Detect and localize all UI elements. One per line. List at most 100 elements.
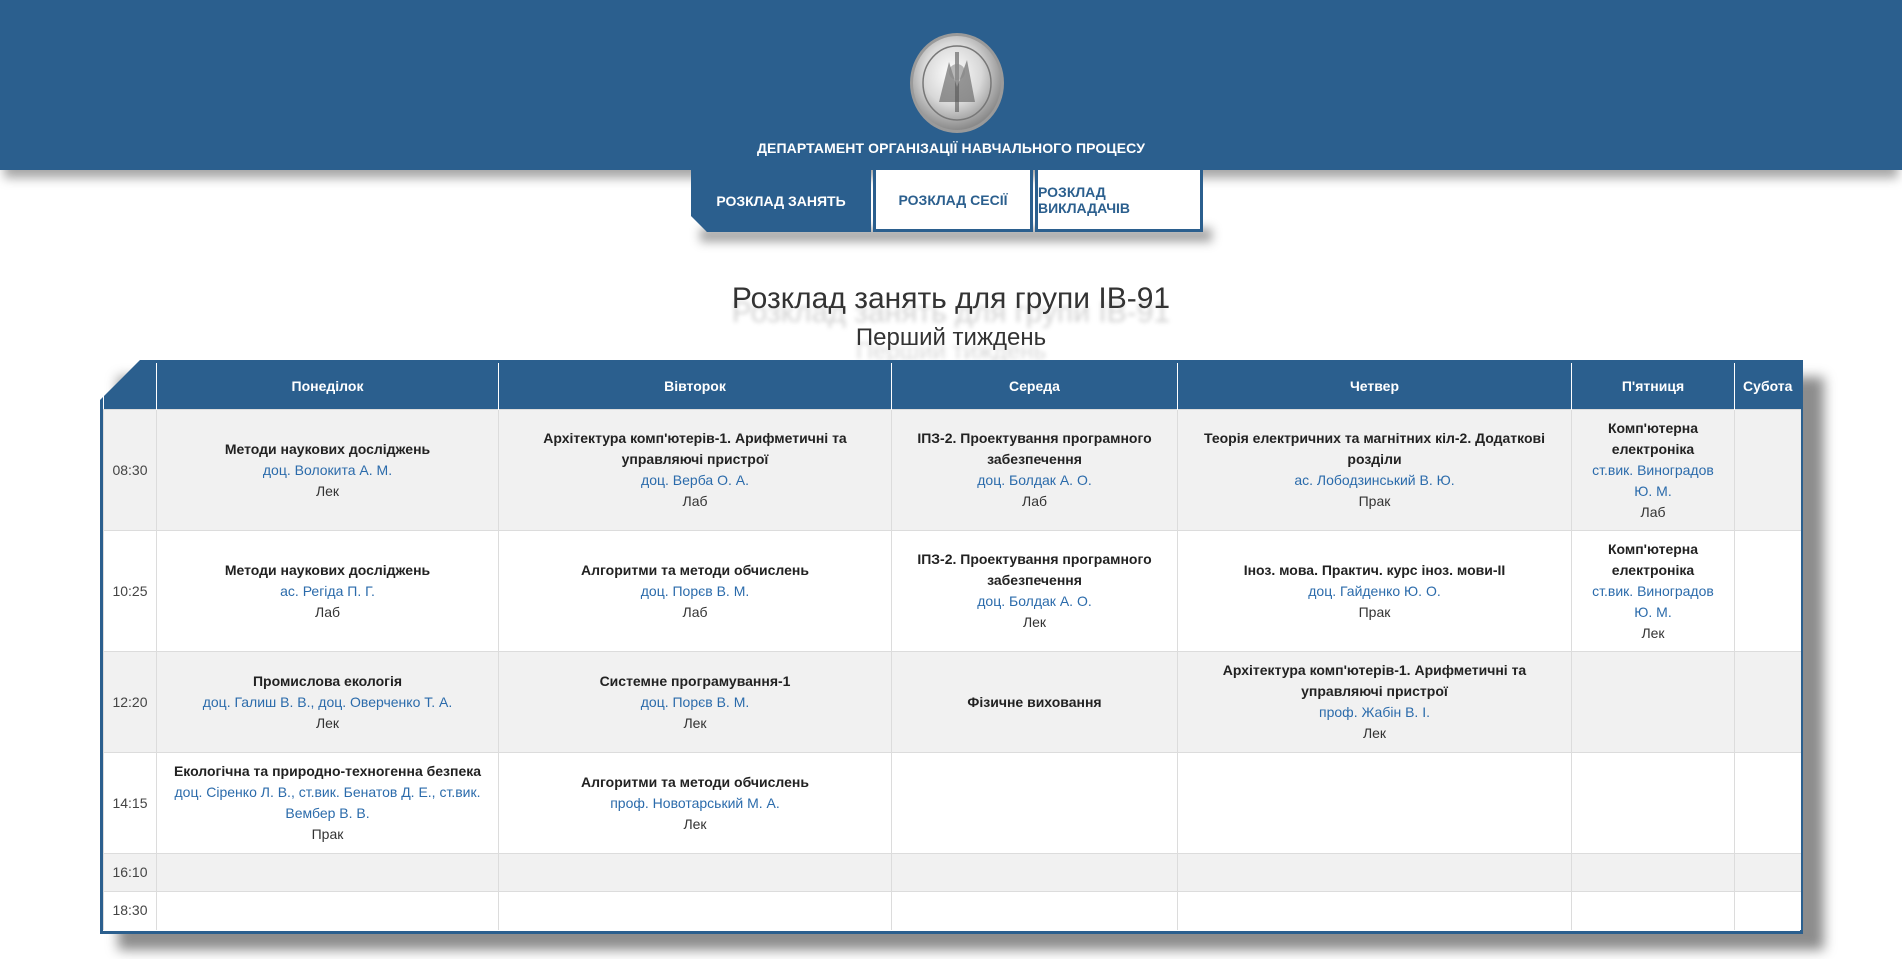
class-type: Лек (683, 714, 707, 731)
subject-name: Іноз. мова. Практич. курс іноз. мови-II (1243, 561, 1506, 578)
schedule-cell: ІПЗ-2. Проектування програмного забезпеч… (891, 409, 1178, 531)
teacher-link[interactable]: ст.вик. Виноградов Ю. М. (1582, 460, 1724, 502)
class-type: Прак (1358, 603, 1391, 620)
teacher-link[interactable]: доц. Порєв В. М. (509, 581, 881, 602)
teacher-link[interactable]: доц. Порєв В. М. (509, 692, 881, 713)
time-cell: 16:10 (103, 853, 157, 892)
schedule-cell: Комп'ютерна електроніка ст.вик. Виноградо… (1571, 530, 1735, 652)
class-type: Лек (1641, 624, 1665, 641)
teacher-link[interactable]: доц. Волокита А. М. (167, 460, 488, 481)
subject-name: Архітектура комп'ютерів-1. Арифметичні т… (543, 430, 847, 467)
schedule-cell (156, 891, 499, 930)
schedule-table: Понеділок Вівторок Середа Четвер П'ятниц… (103, 363, 1801, 930)
class-type: Лек (683, 815, 707, 832)
subject-name: Алгоритми та методи обчислень (581, 773, 809, 790)
teacher-link[interactable]: доц. Болдак А. О. (902, 470, 1167, 491)
class-type: Прак (311, 826, 344, 842)
schedule-cell: Алгоритми та методи обчислень проф. Новот… (498, 752, 892, 854)
class-type: Прак (1358, 493, 1391, 509)
subject-name: Методи наукових досліджень (224, 440, 431, 457)
tab-teacher-schedule[interactable]: РОЗКЛАД ВИКЛАДАЧІВ (1035, 170, 1203, 232)
class-type: Лаб (682, 493, 708, 509)
schedule-cell (1734, 752, 1801, 854)
teacher-link[interactable]: ст.вик. Виноградов Ю. М. (1582, 581, 1724, 623)
schedule-cell: Теорія електричних та магнітних кіл-2. Д… (1177, 409, 1572, 531)
subject-name: Комп'ютерна електроніка (1607, 540, 1699, 578)
class-type: Лаб (1640, 503, 1666, 520)
schedule-cell (1177, 891, 1572, 930)
schedule-cell (1177, 752, 1572, 854)
corner-cell (103, 363, 157, 410)
teacher-link[interactable]: доц. Галиш В. В., доц. Оверченко Т. А. (167, 692, 488, 713)
schedule-cell (1734, 409, 1801, 531)
class-type: Лек (315, 714, 340, 731)
class-type: Лаб (682, 603, 708, 620)
time-cell: 14:15 (103, 752, 157, 854)
schedule-cell (1571, 752, 1735, 854)
page-title: Розклад занять для групи ІВ-91 (731, 282, 1171, 315)
subject-name: Теорія електричних та магнітних кіл-2. Д… (1203, 430, 1546, 467)
tab-class-schedule[interactable]: РОЗКЛАД ЗАНЯТЬ (691, 170, 871, 232)
schedule-cell (891, 752, 1178, 854)
main-nav: РОЗКЛАД ЗАНЯТЬ РОЗКЛАД СЕСІЇ РОЗКЛАД ВИК… (691, 170, 1211, 234)
subject-name: Алгоритми та методи обчислень (581, 561, 809, 578)
schedule-cell: Екологічна та природно-техногенна безпек… (156, 752, 499, 854)
schedule-cell: ІПЗ-2. Проектування програмного забезпеч… (891, 530, 1178, 652)
day-header: Понеділок (156, 363, 499, 410)
day-header: Четвер (1177, 363, 1572, 410)
schedule-cell: Комп'ютерна електроніка ст.вик. Виноградо… (1571, 409, 1735, 531)
time-cell: 08:30 (103, 409, 157, 531)
schedule-cell (891, 853, 1178, 892)
schedule-cell: Архітектура комп'ютерів-1. Арифметичні т… (1177, 651, 1572, 753)
schedule-cell: Методи наукових досліджень ас. Регіда П. … (156, 530, 499, 652)
teacher-link[interactable]: ас. Регіда П. Г. (167, 581, 488, 602)
table-row: 08:30 Методи наукових досліджень доц. Воло… (103, 409, 1801, 531)
teacher-link[interactable]: доц. Болдак А. О. (902, 591, 1167, 612)
schedule-cell (156, 853, 499, 892)
schedule-cell (1571, 891, 1735, 930)
day-header: Вівторок (498, 363, 892, 410)
teacher-link[interactable]: проф. Новотарський М. А. (509, 793, 881, 814)
schedule-cell (498, 891, 892, 930)
schedule-cell (1734, 853, 1801, 892)
schedule-cell (1571, 853, 1735, 892)
subject-name: Системне програмування-1 (599, 672, 791, 689)
schedule-body: 08:30 Методи наукових досліджень доц. Воло… (103, 409, 1801, 930)
teacher-link[interactable]: доц. Верба О. А. (509, 470, 881, 491)
subject-name: Архітектура комп'ютерів-1. Арифметичні т… (1222, 662, 1527, 699)
schedule-cell (1734, 891, 1801, 930)
teacher-link[interactable]: проф. Жабін В. І. (1188, 702, 1561, 723)
schedule-cell (1571, 651, 1735, 753)
schedule-cell (1734, 530, 1801, 652)
teacher-link[interactable]: ас. Лободзинський В. Ю. (1188, 470, 1561, 491)
subject-name: ІПЗ-2. Проектування програмного забезпеч… (917, 551, 1152, 588)
schedule-cell (891, 891, 1178, 930)
week-title: Перший тиждень (855, 324, 1047, 351)
day-header: Середа (891, 363, 1178, 410)
tab-session-schedule[interactable]: РОЗКЛАД СЕСІЇ (873, 170, 1033, 232)
class-type: Лек (315, 482, 340, 499)
schedule-cell (498, 853, 892, 892)
class-type: Лек (1022, 614, 1047, 630)
table-header-row: Понеділок Вівторок Середа Четвер П'ятниц… (103, 363, 1801, 410)
teacher-link[interactable]: доц. Сіренко Л. В., ст.вик. Бенатов Д. Е… (167, 782, 488, 824)
schedule-table-container: Понеділок Вівторок Середа Четвер П'ятниц… (100, 360, 1803, 934)
schedule-cell: Алгоритми та методи обчислень доц. Порєв … (498, 530, 892, 652)
time-cell: 12:20 (103, 651, 157, 753)
class-type: Лаб (315, 603, 340, 620)
table-row: 10:25 Методи наукових досліджень ас. Регід… (103, 530, 1801, 652)
teacher-link[interactable]: доц. Гайденко Ю. О. (1188, 581, 1561, 602)
subject-name: Екологічна та природно-техногенна безпек… (173, 763, 482, 779)
schedule-cell: Системне програмування-1 доц. Порєв В. М.… (498, 651, 892, 753)
schedule-cell: Фізичне виховання (891, 651, 1178, 753)
schedule-cell: Промислова екологія доц. Галиш В. В., доц… (156, 651, 499, 753)
university-seal-icon[interactable] (909, 32, 1005, 134)
schedule-cell: Методи наукових досліджень доц. Волокита … (156, 409, 499, 531)
time-cell: 18:30 (103, 891, 157, 930)
schedule-cell (1177, 853, 1572, 892)
subject-name: Методи наукових досліджень (224, 561, 431, 578)
class-type: Лек (1362, 725, 1387, 741)
time-cell: 10:25 (103, 530, 157, 652)
schedule-cell: Іноз. мова. Практич. курс іноз. мови-II д… (1177, 530, 1572, 652)
subject-name: Комп'ютерна електроніка (1607, 419, 1699, 457)
